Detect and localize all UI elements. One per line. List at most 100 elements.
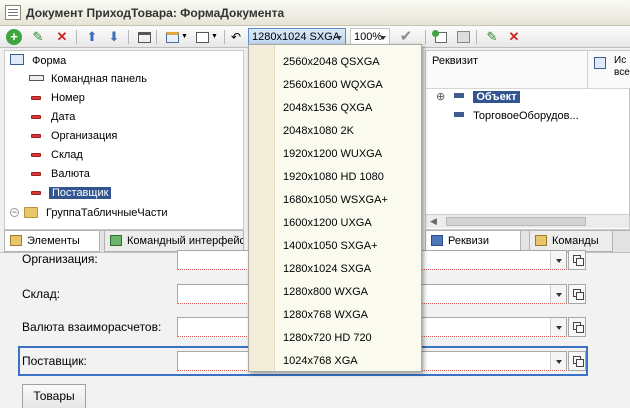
object-label: Объект	[473, 91, 520, 103]
resolution-option[interactable]: 1280x720 HD 720	[283, 330, 372, 346]
commands-tab-icon	[535, 235, 547, 246]
tree-item-number[interactable]: Номер	[29, 89, 85, 107]
resolution-option[interactable]: 1280x768 WXGA	[283, 307, 368, 323]
attribute-icon	[454, 112, 464, 117]
chevron-down-icon[interactable]	[550, 285, 566, 303]
resolution-value: 1280x1024 SXGA	[252, 31, 341, 43]
open-icon[interactable]	[568, 250, 586, 270]
label-warehouse: Склад:	[22, 287, 61, 301]
command-interface-tab-icon	[110, 235, 122, 246]
resolution-option[interactable]: 2048x1080 2K	[283, 123, 354, 139]
resolution-option[interactable]: 1400x1050 SXGA+	[283, 238, 378, 254]
resolution-option[interactable]: 2560x2048 QSXGA	[283, 54, 380, 70]
chevron-down-icon	[336, 36, 342, 40]
scroll-thumb[interactable]	[446, 217, 586, 226]
resolution-dropdown: 2560x2048 QSXGA 2560x1600 WQXGA 2048x153…	[248, 44, 422, 372]
open-icon[interactable]	[568, 317, 586, 337]
tab-label: Реквизи	[448, 235, 489, 247]
column-icon	[594, 57, 606, 69]
delete-icon[interactable]: ✕	[54, 29, 70, 45]
window-title: Документ ПриходТовара: ФормаДокумента	[26, 6, 285, 20]
tab-requisites[interactable]: Реквизи	[425, 231, 521, 252]
move-up-icon[interactable]: ⬆	[84, 29, 100, 45]
edit-property-icon[interactable]: ✎	[484, 29, 500, 45]
expand-icon[interactable]: ⊕	[436, 91, 445, 103]
tree-item-command-panel[interactable]: Командная панель	[29, 70, 147, 88]
label-supplier: Поставщик:	[22, 354, 87, 368]
command-panel-icon	[29, 75, 44, 81]
tree-item-group[interactable]: − ГруппаТабличныеЧасти	[10, 204, 168, 222]
tree-item-label: ГруппаТабличныеЧасти	[46, 207, 168, 219]
field-icon	[31, 191, 41, 195]
resolution-option[interactable]: 2048x1536 QXGA	[283, 100, 372, 116]
resolution-option[interactable]: 1680x1050 WSXGA+	[283, 192, 388, 208]
horizontal-scrollbar[interactable]: ◀	[426, 214, 629, 228]
goods-button[interactable]: Товары	[22, 384, 86, 408]
pencil-icon[interactable]: ✎	[30, 29, 46, 45]
chevron-down-icon[interactable]	[550, 352, 566, 370]
resolution-option[interactable]: 1280x800 WXGA	[283, 284, 368, 300]
field-icon	[31, 115, 41, 119]
move-down-icon[interactable]: ⬇	[106, 29, 122, 45]
tree-item-object[interactable]: ⊕ Объект	[436, 88, 520, 106]
tab-command-interface[interactable]: Командный интерфейс	[104, 231, 244, 252]
elements-tree: Форма Командная панель Номер Дата Органи…	[4, 50, 244, 230]
zoom-value: 100%	[354, 31, 383, 43]
field-icon	[31, 153, 41, 157]
tree-item-date[interactable]: Дата	[29, 108, 75, 126]
open-icon[interactable]	[568, 351, 586, 371]
tab-commands[interactable]: Команды	[529, 231, 613, 252]
resolution-option[interactable]: 1280x1024 SXGA	[283, 261, 371, 277]
left-tabbar: Элементы Командный интерфейс	[4, 230, 244, 252]
add-property-icon[interactable]	[432, 29, 449, 45]
tree-item-organization[interactable]: Организация	[29, 127, 117, 145]
field-icon	[31, 134, 41, 138]
tab-label: Элементы	[27, 235, 80, 247]
tree-item-supplier[interactable]: Поставщик	[29, 184, 112, 202]
add-icon[interactable]: +	[6, 29, 22, 45]
document-icon	[5, 5, 21, 20]
tree-item-equipment[interactable]: ТорговоеОборудов...	[454, 107, 579, 125]
label-currency: Валюта взаиморасчетов:	[22, 320, 162, 334]
chevron-down-icon	[380, 36, 386, 40]
tab-elements[interactable]: Элементы	[4, 231, 100, 252]
equipment-label: ТорговоеОборудов...	[473, 110, 579, 122]
chevron-down-icon[interactable]	[550, 318, 566, 336]
properties-tree: Реквизит Ис все ⊕ Объект ТорговоеОборудо…	[425, 50, 630, 230]
tree-root[interactable]: Форма	[10, 52, 66, 70]
tree-item-label: Дата	[51, 111, 76, 123]
header-requisite[interactable]: Реквизит	[432, 55, 478, 67]
tree-item-currency[interactable]: Валюта	[29, 165, 90, 183]
checkmark-icon[interactable]: ✔	[398, 29, 414, 45]
collapse-icon[interactable]: −	[10, 208, 19, 217]
elements-tab-icon	[10, 235, 22, 246]
designer-window: Документ ПриходТовара: ФормаДокумента + …	[0, 0, 630, 408]
table-icon[interactable]	[455, 29, 471, 45]
label-organization: Организация:	[22, 252, 98, 266]
resolution-option[interactable]: 2560x1600 WQXGA	[283, 77, 383, 93]
resolution-option[interactable]: 1920x1080 HD 1080	[283, 169, 384, 185]
delete-property-icon[interactable]: ✕	[506, 29, 522, 45]
tree-item-label: Валюта	[51, 168, 90, 180]
resolution-option[interactable]: 1024x768 XGA	[283, 353, 358, 369]
resolution-option[interactable]: 1600x1200 UXGA	[283, 215, 372, 231]
object-icon	[454, 93, 465, 98]
chevron-down-icon[interactable]	[550, 251, 566, 269]
tab-label: Команды	[552, 235, 599, 247]
tree-item-warehouse[interactable]: Склад	[29, 146, 83, 164]
tree-root-label: Форма	[32, 55, 67, 67]
view-mode-icon[interactable]: ▼	[164, 29, 190, 45]
field-icon	[31, 172, 41, 176]
tree-item-label: Склад	[51, 149, 83, 161]
form-icon	[10, 54, 24, 65]
open-icon[interactable]	[568, 284, 586, 304]
folder-icon	[24, 207, 38, 218]
resolution-option[interactable]: 1920x1200 WUXGA	[283, 146, 382, 162]
header-col2-line2: все	[614, 67, 630, 78]
tree-item-label: Командная панель	[51, 73, 147, 85]
form-layout-icon[interactable]	[136, 29, 152, 45]
tree-item-label: Номер	[51, 92, 85, 104]
scroll-left-icon[interactable]: ◀	[430, 216, 437, 227]
panel-layout-icon[interactable]: ▼	[194, 29, 220, 45]
undo-icon[interactable]: ↶	[228, 29, 244, 45]
